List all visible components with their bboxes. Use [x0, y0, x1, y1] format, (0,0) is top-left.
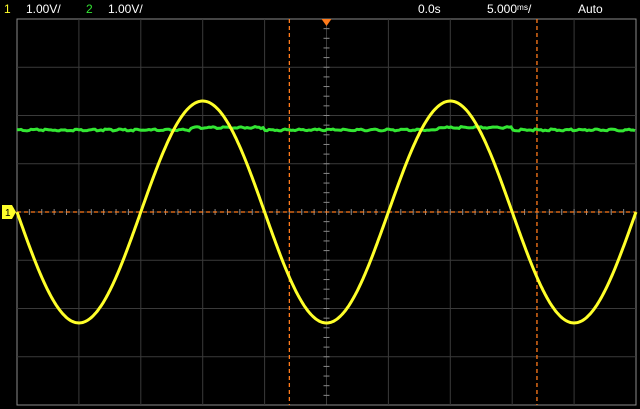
- trigger-position-icon: [321, 19, 332, 26]
- scope-display[interactable]: 1: [0, 0, 640, 409]
- markers: 1: [2, 19, 332, 219]
- ch1-ground-marker-label: 1: [5, 208, 11, 219]
